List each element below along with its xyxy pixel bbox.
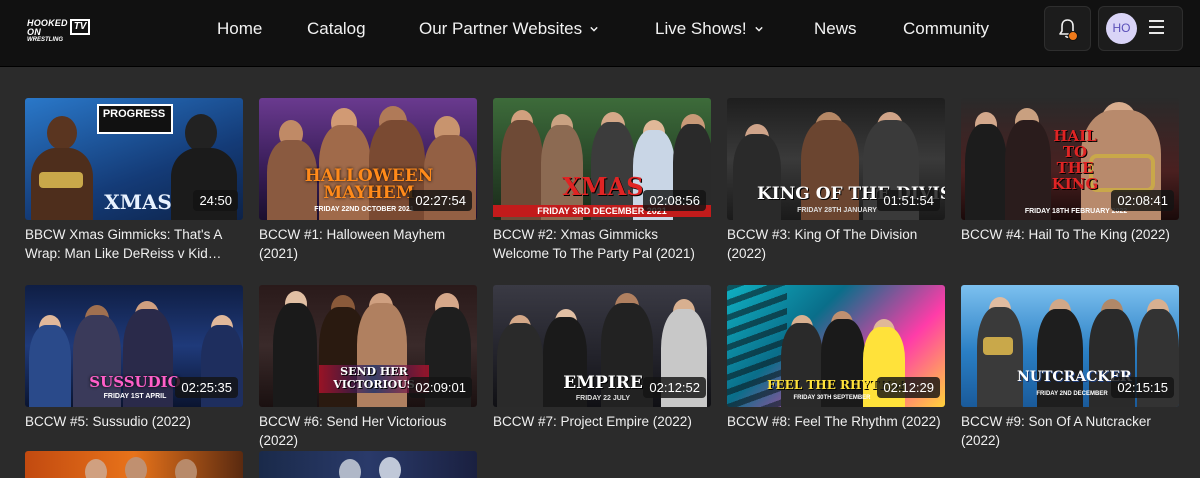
nav-community-label: Community xyxy=(903,19,989,38)
hooked-on-wrestling-tv-logo[interactable]: HOOKED ON WRESTLING TV xyxy=(27,18,91,43)
video-card[interactable] xyxy=(25,451,243,478)
top-navigation-bar: HOOKED ON WRESTLING TV Home Catalog Our … xyxy=(0,0,1200,67)
video-title[interactable]: BCCW #7: Project Empire (2022) xyxy=(493,412,711,431)
thumbnail-date-text: FRIDAY 28TH JANUARY xyxy=(797,207,877,214)
video-thumbnail: HALLOWEEN MAYHEM FRIDAY 22ND OCTOBER 202… xyxy=(259,98,477,220)
video-title[interactable]: BCCW #8: Feel The Rhythm (2022) xyxy=(727,412,945,431)
video-thumbnail: XMAS FRIDAY 3RD DECEMBER 2021 02:08:56 xyxy=(493,98,711,220)
nav-news-label: News xyxy=(814,19,857,38)
video-title[interactable]: BBCW Xmas Gimmicks: That's A Wrap: Man L… xyxy=(25,225,243,263)
nav-home-label: Home xyxy=(217,19,263,38)
duration-badge: 02:25:35 xyxy=(175,377,238,398)
logo-line1: HOOKED ON xyxy=(27,18,68,37)
video-thumbnail: HAIL TO THE KING FRIDAY 18TH FEBRUARY 20… xyxy=(961,98,1179,220)
video-card[interactable]: FEEL THE RHYTHM FRIDAY 30TH SEPTEMBER 02… xyxy=(727,285,945,431)
thumbnail-title-text: EMPIRE xyxy=(563,373,643,393)
nav-home[interactable]: Home xyxy=(217,18,262,40)
nav-community[interactable]: Community xyxy=(903,18,989,40)
user-menu-button[interactable]: HO xyxy=(1098,6,1183,51)
video-thumbnail: PROGRESS XMAS 24:50 xyxy=(25,98,243,220)
thumbnail-brand-text: PROGRESS xyxy=(102,108,166,120)
video-title[interactable]: BCCW #9: Son Of A Nutcracker (2022) xyxy=(961,412,1179,450)
nav-catalog-label: Catalog xyxy=(307,19,366,38)
nav-live-shows[interactable]: Live Shows! xyxy=(655,18,763,40)
duration-badge: 02:12:52 xyxy=(643,377,706,398)
video-title[interactable]: BCCW #1: Halloween Mayhem (2021) xyxy=(259,225,477,263)
video-title[interactable]: BCCW #2: Xmas Gimmicks Welcome To The Pa… xyxy=(493,225,711,263)
video-thumbnail: NUTCRACKER FRIDAY 2ND DECEMBER 02:15:15 xyxy=(961,285,1179,407)
duration-badge: 02:12:29 xyxy=(877,377,940,398)
video-thumbnail xyxy=(25,451,243,478)
logo-line2: WRESTLING xyxy=(27,37,63,43)
video-title[interactable]: BCCW #4: Hail To The King (2022) xyxy=(961,225,1179,244)
video-card[interactable]: HAIL TO THE KING FRIDAY 18TH FEBRUARY 20… xyxy=(961,98,1179,244)
thumbnail-date-text: FRIDAY 22 JULY xyxy=(575,395,631,402)
nav-live-shows-label: Live Shows! xyxy=(655,19,747,38)
video-card[interactable]: HALLOWEEN MAYHEM FRIDAY 22ND OCTOBER 202… xyxy=(259,98,477,263)
video-title[interactable]: BCCW #3: King Of The Division (2022) xyxy=(727,225,945,263)
duration-badge: 02:09:01 xyxy=(409,377,472,398)
duration-badge: 02:08:41 xyxy=(1111,190,1174,211)
video-card[interactable]: PROGRESS XMAS 24:50 BBCW Xmas Gimmicks: … xyxy=(25,98,243,263)
video-card[interactable]: KING OF THE DIVISION FRIDAY 28TH JANUARY… xyxy=(727,98,945,263)
video-card[interactable]: SUSSUDIO FRIDAY 1ST APRIL 02:25:35 BCCW … xyxy=(25,285,243,431)
video-card[interactable]: NUTCRACKER FRIDAY 2ND DECEMBER 02:15:15 … xyxy=(961,285,1179,450)
notification-dot xyxy=(1068,31,1078,41)
video-card[interactable]: SEND HER VICTORIOUS 02:09:01 BCCW #6: Se… xyxy=(259,285,477,450)
notifications-button[interactable] xyxy=(1044,6,1091,51)
avatar: HO xyxy=(1106,13,1137,44)
duration-badge: 02:08:56 xyxy=(643,190,706,211)
video-title[interactable]: BCCW #6: Send Her Victorious (2022) xyxy=(259,412,477,450)
video-thumbnail: FEEL THE RHYTHM FRIDAY 30TH SEPTEMBER 02… xyxy=(727,285,945,407)
nav-catalog[interactable]: Catalog xyxy=(307,18,366,40)
nav-partner-websites-label: Our Partner Websites xyxy=(419,19,583,38)
duration-badge: 01:51:54 xyxy=(877,190,940,211)
video-thumbnail: SUSSUDIO FRIDAY 1ST APRIL 02:25:35 xyxy=(25,285,243,407)
chevron-down-icon xyxy=(590,26,598,32)
duration-badge: 02:15:15 xyxy=(1111,377,1174,398)
thumbnail-title-text: SUSSUDIO xyxy=(89,373,181,391)
video-title[interactable]: BCCW #5: Sussudio (2022) xyxy=(25,412,243,431)
thumbnail-title-text: HAIL TO THE KING xyxy=(1051,127,1099,193)
duration-badge: 02:27:54 xyxy=(409,190,472,211)
nav-partner-websites[interactable]: Our Partner Websites xyxy=(419,18,598,40)
video-thumbnail: KING OF THE DIVISION FRIDAY 28TH JANUARY… xyxy=(727,98,945,220)
nav-news[interactable]: News xyxy=(814,18,857,40)
video-card[interactable]: XMAS FRIDAY 3RD DECEMBER 2021 02:08:56 B… xyxy=(493,98,711,263)
video-thumbnail xyxy=(259,451,477,478)
thumbnail-title-text: XMAS xyxy=(104,190,172,214)
duration-badge: 24:50 xyxy=(193,190,238,211)
video-card[interactable]: EMPIRE FRIDAY 22 JULY 02:12:52 BCCW #7: … xyxy=(493,285,711,431)
logo-tv: TV xyxy=(69,19,91,35)
chevron-down-icon xyxy=(754,26,763,32)
hamburger-menu-icon xyxy=(1149,20,1164,36)
video-thumbnail: SEND HER VICTORIOUS 02:09:01 xyxy=(259,285,477,407)
thumbnail-date-text: FRIDAY 1ST APRIL xyxy=(103,393,167,400)
video-thumbnail: EMPIRE FRIDAY 22 JULY 02:12:52 xyxy=(493,285,711,407)
video-card[interactable] xyxy=(259,451,477,478)
